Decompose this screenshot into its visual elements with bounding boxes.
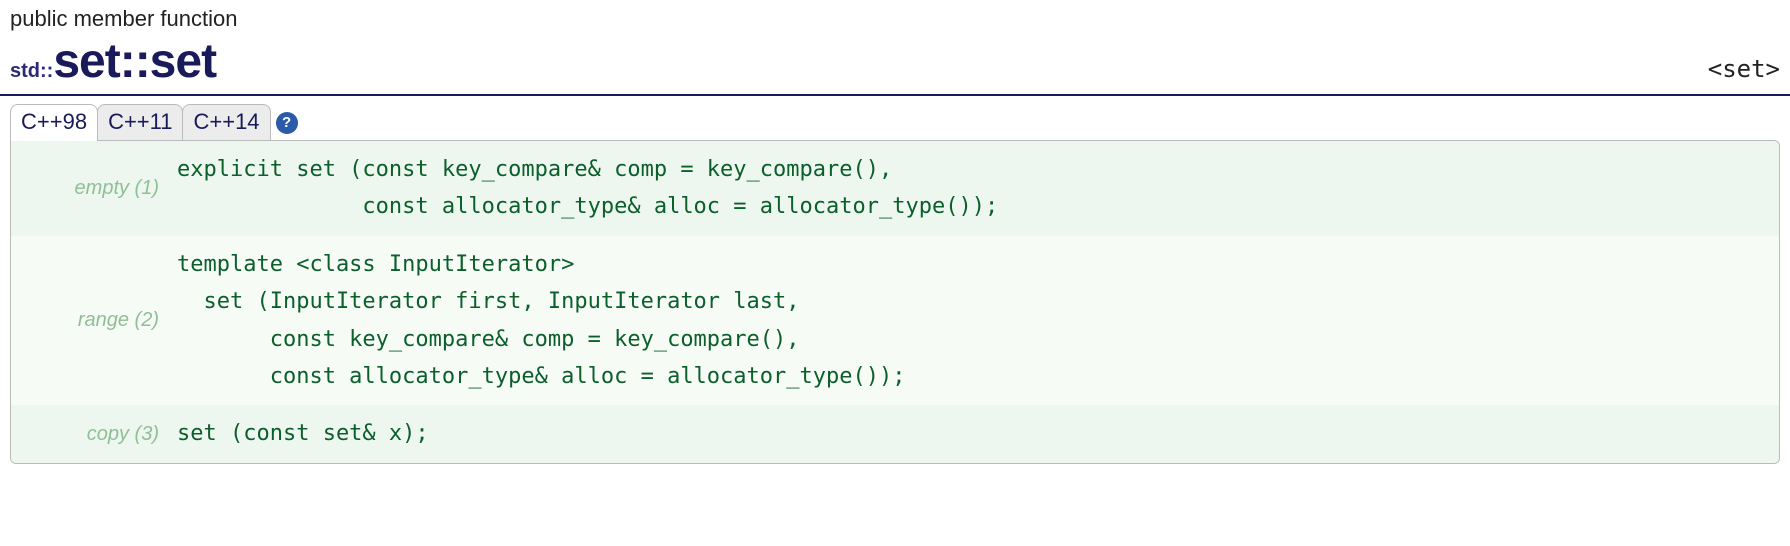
member-kind: public member function [0, 0, 1790, 36]
tab-cpp11[interactable]: C++11 [97, 104, 183, 141]
title-namespace: std:: [10, 61, 53, 81]
declaration-label: copy (3) [11, 405, 171, 462]
declaration-code: set (const set& x); [171, 405, 1779, 462]
declaration-code: template <class InputIterator> set (Inpu… [171, 236, 1779, 406]
header-include: <set> [1708, 55, 1780, 83]
declaration-row: empty (1) explicit set (const key_compar… [11, 141, 1779, 236]
declaration-row: range (2) template <class InputIterator>… [11, 236, 1779, 406]
declaration-label: empty (1) [11, 141, 171, 236]
declaration-label: range (2) [11, 236, 171, 406]
help-icon[interactable]: ? [276, 112, 298, 134]
tab-cpp98[interactable]: C++98 [10, 104, 98, 141]
declaration-row: copy (3) set (const set& x); [11, 405, 1779, 462]
declaration-code: explicit set (const key_compare& comp = … [171, 141, 1779, 236]
declarations-card: empty (1) explicit set (const key_compar… [10, 140, 1780, 464]
page-title: std:: set :: set [10, 38, 216, 86]
tab-cpp14[interactable]: C++14 [182, 104, 270, 141]
title-class: set [53, 38, 119, 86]
standard-tabs: C++98 C++11 C++14 ? [0, 96, 1790, 141]
title-separator: :: [120, 38, 150, 86]
title-member: set [150, 38, 216, 86]
declarations-table: empty (1) explicit set (const key_compar… [11, 141, 1779, 463]
title-row: std:: set :: set <set> [0, 36, 1790, 92]
